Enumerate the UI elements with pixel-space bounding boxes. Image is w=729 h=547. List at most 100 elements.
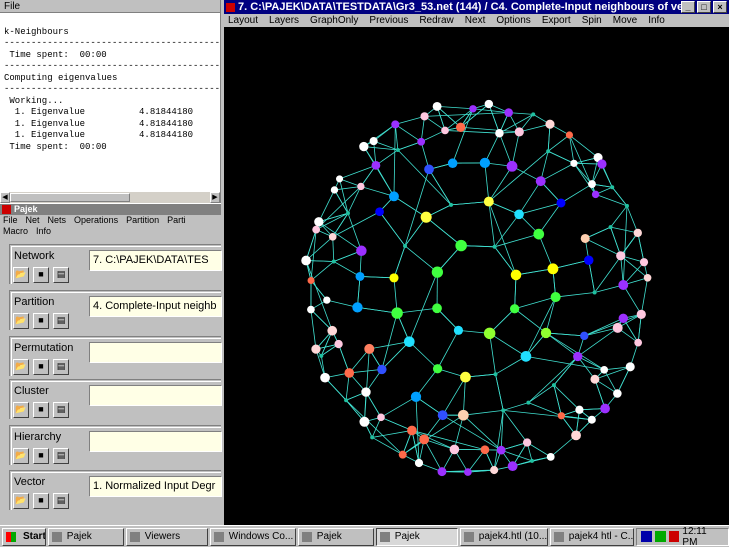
graph-vertex[interactable] [323,296,331,304]
graph-vertex[interactable] [327,325,338,336]
graph-vertex[interactable] [370,435,375,440]
graph-vertex[interactable] [507,461,518,472]
graph-vertex[interactable] [375,207,384,217]
taskbar-button[interactable]: Pajek [47,527,124,546]
graph-vertex[interactable] [355,271,365,281]
draw-menu-info[interactable]: Info [648,15,665,26]
graph-vertex[interactable] [643,273,652,282]
report-menu-file[interactable]: File [4,1,20,12]
graph-vertex[interactable] [608,225,613,230]
scroll-thumb[interactable] [10,193,130,202]
graph-vertex[interactable] [565,131,574,139]
graph-vertex[interactable] [352,302,363,313]
graph-vertex[interactable] [447,158,458,168]
edit-icon[interactable]: ▤ [53,359,69,375]
graph-vertex[interactable] [556,198,566,208]
pajek-menu-item[interactable]: Parti [167,215,186,225]
draw-menu-redraw[interactable]: Redraw [419,15,453,26]
graph-vertex[interactable] [592,290,597,295]
cluster-select[interactable] [89,385,222,406]
graph-vertex[interactable] [398,450,407,459]
vector-select[interactable]: 1. Normalized Input Degr [89,476,222,497]
edit-icon[interactable]: ▤ [53,267,69,283]
save-disk-icon[interactable]: ■ [33,267,49,283]
save-disk-icon[interactable]: ■ [33,402,49,418]
graph-vertex[interactable] [469,105,477,113]
graph-vertex[interactable] [510,269,522,281]
graph-vertex[interactable] [540,327,552,339]
graph-vertex[interactable] [301,255,311,266]
graph-vertex[interactable] [480,445,490,455]
graph-vertex[interactable] [312,225,321,234]
graph-vertex[interactable] [420,112,429,121]
graph-vertex[interactable] [514,127,524,137]
graph-vertex[interactable] [483,196,494,207]
draw-menu-layout[interactable]: Layout [228,15,258,26]
graph-vertex[interactable] [460,371,471,383]
graph-vertex[interactable] [455,239,467,252]
start-button[interactable]: Start [2,527,46,546]
graph-vertex[interactable] [407,425,417,436]
open-folder-icon[interactable]: 📂 [13,359,29,375]
graph-vertex[interactable] [357,182,365,191]
graph-vertex[interactable] [432,364,443,374]
graph-vertex[interactable] [509,304,520,314]
graph-vertex[interactable] [618,313,628,323]
graph-vertex[interactable] [584,255,594,265]
taskbar-button[interactable]: pajek4 htl - C... [549,527,634,546]
graph-vertex[interactable] [364,343,375,354]
graph-vertex[interactable] [391,120,400,129]
graph-vertex[interactable] [356,245,367,256]
graph-vertex[interactable] [419,434,430,445]
graph-vertex[interactable] [320,372,330,383]
graph-vertex[interactable] [575,405,584,414]
tray-icon[interactable] [640,531,652,542]
graph-vertex[interactable] [359,141,369,152]
close-button[interactable]: × [713,1,727,13]
graph-vertex[interactable] [496,445,506,455]
graph-vertex[interactable] [588,180,596,188]
graph-vertex[interactable] [331,259,336,264]
graph-vertex[interactable] [490,466,499,475]
graph-vertex[interactable] [618,280,629,290]
graph-vertex[interactable] [600,366,609,374]
graph-vertex[interactable] [335,175,344,183]
pajek-menu-item[interactable]: Operations [74,215,118,225]
pajek-menu-item[interactable]: Macro [3,226,28,236]
graph-vertex[interactable] [531,112,536,117]
graph-vertex[interactable] [613,389,622,398]
graph-vertex[interactable] [389,273,399,283]
graph-vertex[interactable] [330,186,339,194]
draw-menu-options[interactable]: Options [496,15,530,26]
pajek-titlebar[interactable]: Pajek [0,204,221,215]
graph-vertex[interactable] [529,458,534,463]
save-disk-icon[interactable]: ■ [33,448,49,464]
graph-vertex[interactable] [344,398,349,403]
pajek-menu-item[interactable]: Nets [48,215,67,225]
open-folder-icon[interactable]: 📂 [13,267,29,283]
graph-vertex[interactable] [449,202,454,207]
graph-vertex[interactable] [633,228,642,238]
save-disk-icon[interactable]: ■ [33,359,49,375]
graph-vertex[interactable] [504,108,513,117]
draw-menu-next[interactable]: Next [465,15,486,26]
graph-vertex[interactable] [359,416,370,427]
graph-vertex[interactable] [570,159,578,167]
pajek-menu-item[interactable]: Partition [126,215,159,225]
graph-vertex[interactable] [307,305,315,314]
taskbar-button[interactable]: Pajek [297,527,374,546]
graph-vertex[interactable] [557,412,566,420]
graph-vertex[interactable] [520,351,532,362]
graph-vertex[interactable] [573,351,583,362]
graph-vertex[interactable] [437,410,448,421]
graph-vertex[interactable] [403,243,408,248]
graph-vertex[interactable] [580,233,590,244]
graph-vertex[interactable] [625,362,635,372]
taskbar-button[interactable]: Windows Co... [209,527,296,546]
graph-vertex[interactable] [311,344,321,354]
save-disk-icon[interactable]: ■ [33,313,49,329]
graph-vertex[interactable] [636,309,646,320]
graph-vertex[interactable] [432,101,442,111]
graph-vertex[interactable] [597,159,607,169]
graph-vertex[interactable] [484,99,494,109]
